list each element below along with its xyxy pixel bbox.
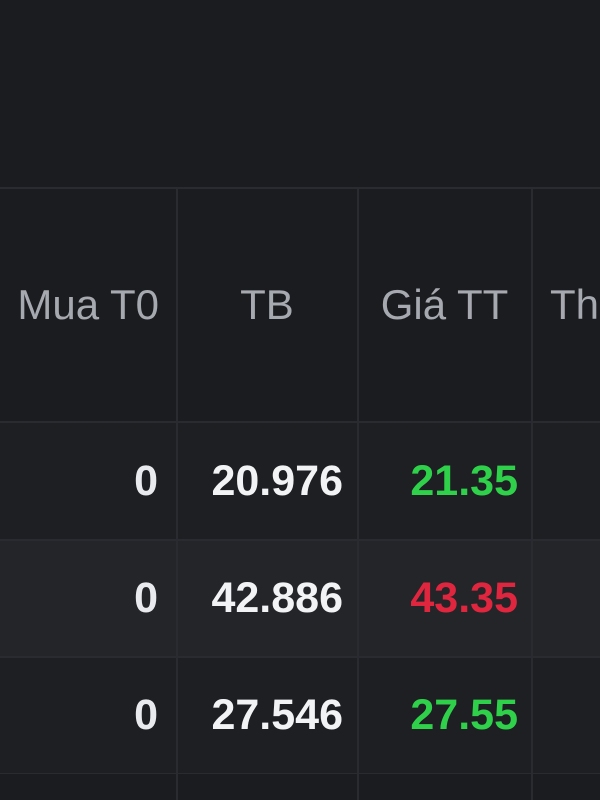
row-divider (0, 539, 600, 541)
column-divider (531, 187, 533, 800)
table-footer-area (0, 774, 600, 800)
cell-mua-t0: 0 (134, 691, 158, 739)
cell-gia-tt: 27.55 (410, 691, 518, 739)
cell-tb: 42.886 (211, 574, 343, 622)
cell-gia-tt: 21.35 (410, 457, 518, 505)
table-row[interactable]: 0 42.886 43.35 (0, 540, 600, 657)
column-header-gia-tt[interactable]: Giá TT (357, 189, 532, 421)
cell-gia-tt: 43.35 (410, 574, 518, 622)
column-header-mua-t0[interactable]: Mua T0 (0, 189, 169, 421)
cell-mua-t0: 0 (134, 457, 158, 505)
column-divider (357, 187, 359, 800)
column-divider (176, 187, 178, 800)
column-header-th[interactable]: Th (532, 189, 600, 421)
toolbar-area (0, 0, 600, 187)
table-row[interactable]: 0 27.546 27.55 (0, 657, 600, 774)
cell-mua-t0: 0 (134, 574, 158, 622)
table-header: Mua T0 TB Giá TT Th (0, 187, 600, 423)
portfolio-table-view: Mua T0 TB Giá TT Th 0 20.976 21.35 0 42.… (0, 0, 600, 800)
table-row[interactable]: 0 20.976 21.35 (0, 423, 600, 540)
column-header-tb[interactable]: TB (177, 189, 357, 421)
row-divider (0, 656, 600, 658)
cell-tb: 27.546 (211, 691, 343, 739)
cell-tb: 20.976 (211, 457, 343, 505)
